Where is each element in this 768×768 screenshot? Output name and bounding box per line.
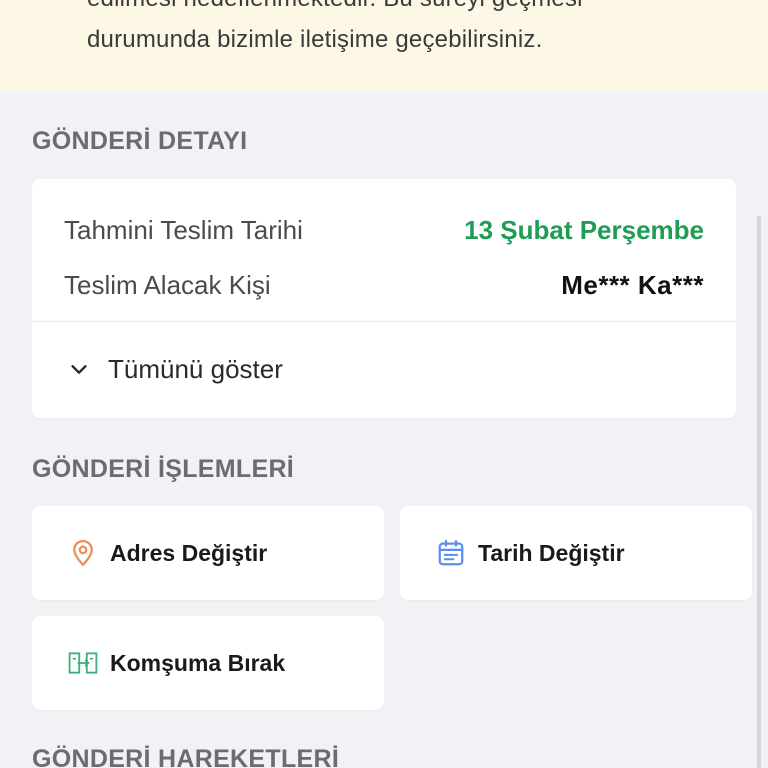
shipment-movements-title: GÖNDERİ HAREKETLERİ	[32, 745, 340, 768]
shipment-detail-title: GÖNDERİ DETAYI	[32, 127, 248, 155]
divider	[32, 321, 736, 322]
leave-with-neighbor-label: Komşuma Bırak	[110, 649, 286, 676]
change-date-button[interactable]: Tarih Değiştir	[400, 506, 752, 600]
estimated-delivery-value: 13 Şubat Perşembe	[464, 214, 704, 245]
leave-with-neighbor-button[interactable]: Komşuma Bırak	[32, 616, 384, 710]
recipient-label: Teslim Alacak Kişi	[64, 269, 271, 300]
notice-line-1: edilmesi hedeflenmektedir. Bu süreyi geç…	[87, 0, 727, 19]
change-address-button[interactable]: Adres Değiştir	[32, 506, 384, 600]
change-date-label: Tarih Değiştir	[478, 539, 625, 566]
estimated-delivery-row: Tahmini Teslim Tarihi 13 Şubat Perşembe	[64, 210, 704, 250]
shipment-detail-card: Tahmini Teslim Tarihi 13 Şubat Perşembe …	[32, 179, 736, 418]
shipment-actions-title: GÖNDERİ İŞLEMLERİ	[32, 455, 295, 483]
estimated-delivery-label: Tahmini Teslim Tarihi	[64, 214, 303, 245]
recipient-value: Me*** Ka***	[561, 269, 704, 300]
chevron-down-icon	[64, 354, 94, 384]
notice-text: edilmesi hedeflenmektedir. Bu süreyi geç…	[87, 0, 727, 60]
notice-line-2: durumunda bizimle iletişime geçebilirsin…	[87, 26, 543, 53]
change-address-label: Adres Değiştir	[110, 539, 268, 566]
location-pin-icon	[68, 538, 98, 568]
scrollbar[interactable]	[757, 216, 761, 768]
recipient-row: Teslim Alacak Kişi Me*** Ka***	[64, 265, 704, 305]
show-all-button[interactable]: Tümünü göster	[64, 349, 283, 389]
calendar-icon	[436, 538, 466, 568]
show-all-label: Tümünü göster	[108, 353, 283, 384]
info-notice: edilmesi hedeflenmektedir. Bu süreyi geç…	[0, 0, 768, 92]
neighbor-transfer-icon	[68, 648, 98, 678]
